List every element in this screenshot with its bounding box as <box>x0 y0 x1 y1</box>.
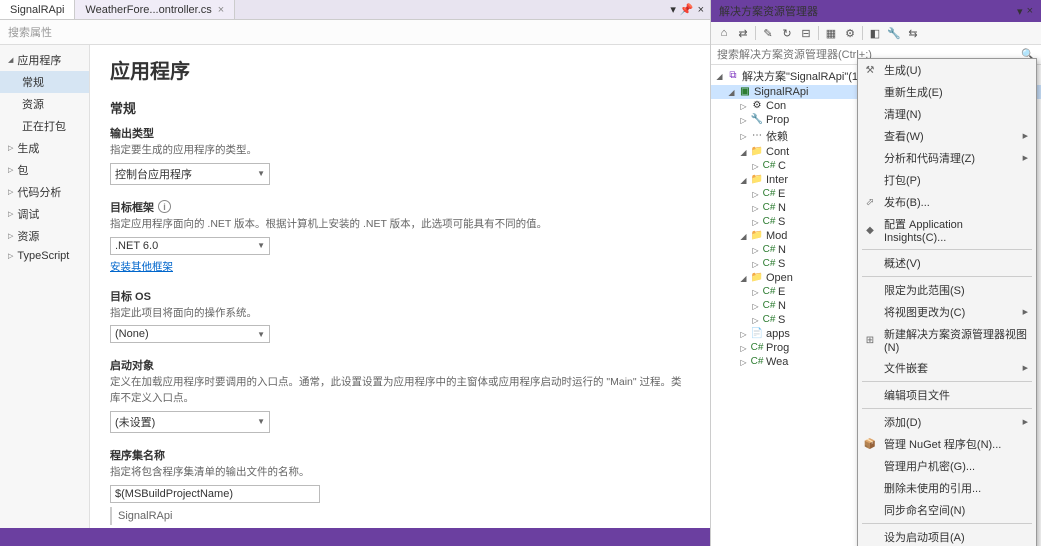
menu-view[interactable]: 查看(W) <box>858 125 1036 147</box>
menu-publish[interactable]: ⬀发布(B)... <box>858 191 1036 213</box>
sidebar-item-package[interactable]: 包 <box>0 159 89 181</box>
tab-controls[interactable]: ▾📌× <box>664 0 710 19</box>
menu-nest[interactable]: 文件嵌套 <box>858 357 1036 379</box>
label-output-type: 输出类型 <box>110 125 154 141</box>
dropdown-icon[interactable]: ▾ <box>1017 5 1023 18</box>
menu-editproj[interactable]: 编辑项目文件 <box>858 384 1036 406</box>
menu-add[interactable]: 添加(D) <box>858 411 1036 433</box>
readonly-assembly-name: SignalRApi <box>110 507 690 525</box>
chevron-down-icon: ▼ <box>257 330 265 339</box>
menu-startup[interactable]: 设为启动项目(A) <box>858 526 1036 546</box>
chevron-down-icon: ▼ <box>257 169 265 178</box>
menu-removeunused[interactable]: 删除未使用的引用... <box>858 477 1036 499</box>
sidebar-item-code-analysis[interactable]: 代码分析 <box>0 181 89 203</box>
collapse-icon[interactable]: ⊟ <box>797 24 815 42</box>
label-assembly-name: 程序集名称 <box>110 447 165 463</box>
close-icon[interactable]: × <box>218 4 224 16</box>
property-content: 应用程序 常规 输出类型 指定要生成的应用程序的类型。 控制台应用程序▼ 目标框… <box>90 45 710 546</box>
tab-project[interactable]: SignalRApi <box>0 0 75 19</box>
select-target-os[interactable]: (None)▼ <box>110 325 270 343</box>
menu-build[interactable]: ⚒生成(U) <box>858 59 1036 81</box>
properties-icon[interactable]: ⚙ <box>841 24 859 42</box>
search-properties[interactable]: 搜索属性 <box>0 20 710 45</box>
switch-view-icon[interactable]: ⇄ <box>734 24 752 42</box>
sidebar-item-app[interactable]: 应用程序 <box>0 49 89 71</box>
menu-overview[interactable]: 概述(V) <box>858 252 1036 274</box>
solution-explorer: 解决方案资源管理器 ▾× ⌂ ⇄ ✎ ↻ ⊟ ▦ ⚙ ◧ 🔧 ⇆ 🔍 ◢⧉解决方… <box>711 0 1041 546</box>
sync-icon[interactable]: ⇆ <box>904 24 922 42</box>
category-sidebar: 应用程序 常规 资源 正在打包 生成 包 代码分析 调试 资源 TypeScri… <box>0 45 90 546</box>
install-framework-link[interactable]: 安装其他框架 <box>110 259 173 274</box>
select-startup-object[interactable]: (未设置)▼ <box>110 411 270 433</box>
wrench-icon[interactable]: 🔧 <box>885 24 903 42</box>
chevron-down-icon: ▼ <box>257 241 265 250</box>
explorer-toolbar: ⌂ ⇄ ✎ ↻ ⊟ ▦ ⚙ ◧ 🔧 ⇆ <box>711 22 1041 45</box>
menu-nuget[interactable]: 📦管理 NuGet 程序包(N)... <box>858 433 1036 455</box>
save-icon[interactable]: ✎ <box>759 24 777 42</box>
select-target-framework[interactable]: .NET 6.0▼ <box>110 237 270 255</box>
sidebar-item-general[interactable]: 常规 <box>0 71 89 93</box>
context-menu: ⚒生成(U) 重新生成(E) 清理(N) 查看(W) 分析和代码清理(Z) 打包… <box>857 58 1037 546</box>
section-general: 常规 <box>110 98 690 117</box>
select-output-type[interactable]: 控制台应用程序▼ <box>110 163 270 185</box>
properties-pane: SignalRApi WeatherFore...ontroller.cs× ▾… <box>0 0 711 546</box>
tab-file[interactable]: WeatherFore...ontroller.cs× <box>75 0 235 19</box>
sidebar-item-resource[interactable]: 资源 <box>0 225 89 247</box>
home-icon[interactable]: ⌂ <box>715 24 733 42</box>
page-title: 应用程序 <box>110 55 690 84</box>
sidebar-item-resources[interactable]: 资源 <box>0 93 89 115</box>
menu-appinsights[interactable]: ◆配置 Application Insights(C)... <box>858 213 1036 247</box>
info-icon[interactable]: i <box>158 200 171 213</box>
input-assembly-name[interactable]: $(MSBuildProjectName) <box>110 485 320 503</box>
menu-scope[interactable]: 限定为此范围(S) <box>858 279 1036 301</box>
refresh-icon[interactable]: ↻ <box>778 24 796 42</box>
chevron-down-icon: ▼ <box>257 417 265 426</box>
sidebar-item-packaging[interactable]: 正在打包 <box>0 115 89 137</box>
sidebar-item-build[interactable]: 生成 <box>0 137 89 159</box>
tab-well: SignalRApi WeatherFore...ontroller.cs× ▾… <box>0 0 710 20</box>
menu-pack[interactable]: 打包(P) <box>858 169 1036 191</box>
menu-secrets[interactable]: 管理用户机密(G)... <box>858 455 1036 477</box>
label-target-os: 目标 OS <box>110 288 151 304</box>
menu-analyze[interactable]: 分析和代码清理(Z) <box>858 147 1036 169</box>
menu-sync[interactable]: 同步命名空间(N) <box>858 499 1036 521</box>
preview-icon[interactable]: ◧ <box>866 24 884 42</box>
label-startup-object: 启动对象 <box>110 357 154 373</box>
show-all-icon[interactable]: ▦ <box>822 24 840 42</box>
close-icon[interactable]: × <box>1027 5 1033 18</box>
menu-changeview[interactable]: 将视图更改为(C) <box>858 301 1036 323</box>
menu-newview[interactable]: ⊞新建解决方案资源管理器视图(N) <box>858 323 1036 357</box>
sidebar-item-debug[interactable]: 调试 <box>0 203 89 225</box>
menu-clean[interactable]: 清理(N) <box>858 103 1036 125</box>
menu-rebuild[interactable]: 重新生成(E) <box>858 81 1036 103</box>
label-target-framework: 目标框架 <box>110 199 154 215</box>
status-bar <box>0 528 710 546</box>
panel-title: 解决方案资源管理器 ▾× <box>711 0 1041 22</box>
sidebar-item-typescript[interactable]: TypeScript <box>0 247 89 265</box>
